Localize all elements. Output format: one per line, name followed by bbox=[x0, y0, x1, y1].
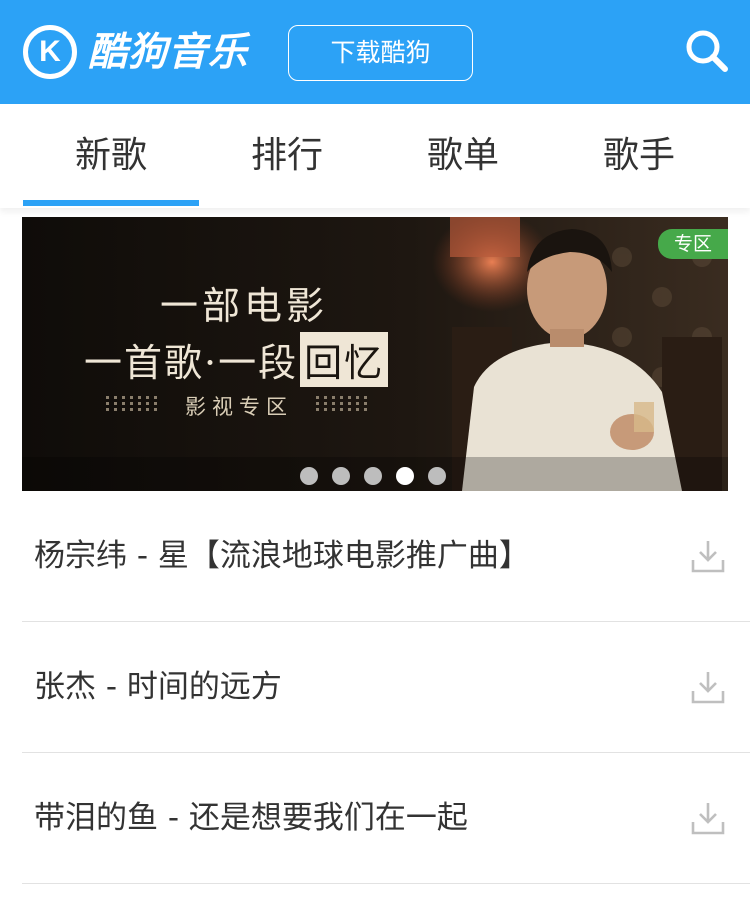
song-list-item[interactable]: 杨宗纬 - 星【流浪地球电影推广曲】 bbox=[22, 491, 750, 622]
carousel-dot-1[interactable] bbox=[300, 467, 318, 485]
download-icon[interactable] bbox=[690, 538, 726, 574]
promo-banner[interactable]: 一部电影 一首歌·一段 回忆 影视专区 专区 bbox=[22, 217, 728, 491]
tab-new-songs[interactable]: 新歌 bbox=[23, 104, 199, 208]
app-header: K 酷狗音乐 下载酷狗 bbox=[0, 0, 750, 104]
banner-line-2: 一首歌·一段 回忆 bbox=[84, 332, 389, 387]
banner-line-2-prefix: 一首歌·一段 bbox=[84, 341, 299, 385]
search-icon[interactable] bbox=[683, 27, 731, 75]
song-title[interactable]: 张杰 - 时间的远方 bbox=[34, 622, 282, 753]
zone-badge: 专区 bbox=[658, 229, 728, 259]
banner-line-1: 一部电影 bbox=[159, 284, 328, 328]
download-icon[interactable] bbox=[690, 800, 726, 836]
app-name[interactable]: 酷狗音乐 bbox=[88, 28, 248, 78]
song-title[interactable]: 杨宗纬 - 星【流浪地球电影推广曲】 bbox=[34, 491, 530, 622]
banner-dot-pattern-right bbox=[316, 396, 367, 411]
download-icon[interactable] bbox=[690, 669, 726, 705]
tab-rankings[interactable]: 排行 bbox=[199, 104, 375, 208]
banner-dot-pattern-left bbox=[106, 396, 157, 411]
song-list: 杨宗纬 - 星【流浪地球电影推广曲】 张杰 - 时间的远方 带泪的鱼 - 还是想… bbox=[22, 491, 750, 884]
song-list-item[interactable]: 带泪的鱼 - 还是想要我们在一起 bbox=[22, 753, 750, 884]
carousel-dot-3[interactable] bbox=[364, 467, 382, 485]
song-list-item[interactable]: 张杰 - 时间的远方 bbox=[22, 622, 750, 753]
banner-line-2-boxed: 回忆 bbox=[300, 332, 389, 387]
banner-line-3: 影视专区 bbox=[185, 395, 293, 419]
carousel-dot-4[interactable] bbox=[396, 467, 414, 485]
logo-letter: K bbox=[39, 35, 61, 68]
kugou-logo-icon[interactable]: K bbox=[23, 25, 77, 79]
carousel-dot-5[interactable] bbox=[428, 467, 446, 485]
carousel-dot-2[interactable] bbox=[332, 467, 350, 485]
song-title[interactable]: 带泪的鱼 - 还是想要我们在一起 bbox=[34, 753, 468, 884]
tab-bar: 新歌 排行 歌单 歌手 bbox=[0, 104, 750, 208]
active-tab-indicator bbox=[23, 200, 199, 206]
download-app-button[interactable]: 下载酷狗 bbox=[288, 25, 473, 81]
tab-playlists[interactable]: 歌单 bbox=[375, 104, 551, 208]
tab-singers[interactable]: 歌手 bbox=[551, 104, 727, 208]
